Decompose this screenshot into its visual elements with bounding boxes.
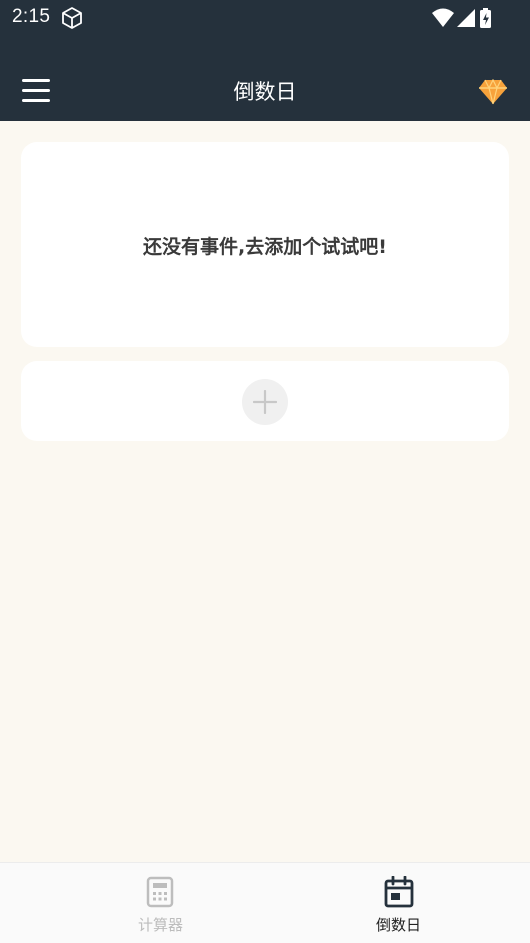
- empty-state-card: 还没有事件,去添加个试试吧!: [21, 142, 509, 347]
- plus-icon: [253, 390, 277, 414]
- app-bar: 倒数日: [0, 36, 530, 121]
- signal-icon: [457, 9, 475, 27]
- nav-item-calculator[interactable]: 计算器: [28, 863, 293, 943]
- page-title: 倒数日: [233, 80, 297, 104]
- add-event-card[interactable]: [21, 361, 509, 441]
- calendar-icon: [384, 876, 414, 908]
- add-event-button[interactable]: [242, 379, 288, 425]
- nav-label-calculator: 计算器: [137, 916, 183, 934]
- status-icons: [432, 8, 491, 28]
- empty-state-message: 还没有事件,去添加个试试吧!: [143, 236, 387, 258]
- cube-icon: [62, 7, 82, 29]
- calculator-icon: [146, 876, 174, 908]
- battery-icon: [480, 8, 491, 28]
- nav-label-countdown: 倒数日: [375, 916, 421, 934]
- bottom-nav: 计算器 倒数日: [0, 862, 530, 943]
- diamond-icon[interactable]: [478, 79, 508, 105]
- status-bar: 2:15: [0, 0, 530, 36]
- status-time: 2:15: [12, 6, 51, 27]
- wifi-icon: [432, 8, 454, 27]
- nav-item-countdown[interactable]: 倒数日: [266, 863, 530, 943]
